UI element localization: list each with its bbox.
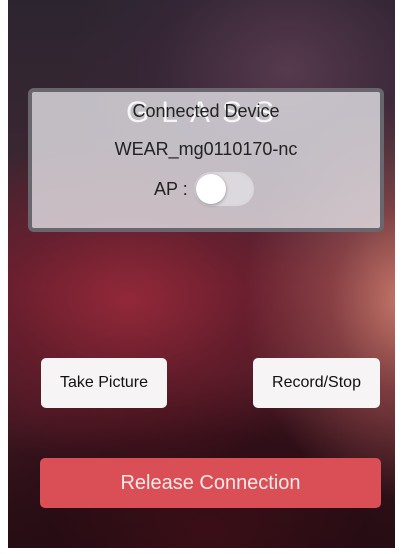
app-screen: GLASS Connected Device WEAR_mg0110170-nc… [0,0,403,554]
device-panel-title: Connected Device [132,101,280,121]
device-name: WEAR_mg0110170-nc [114,139,298,159]
ap-toggle[interactable] [193,172,254,206]
record-stop-button[interactable]: Record/Stop [253,358,380,408]
device-panel: GLASS Connected Device WEAR_mg0110170-nc… [28,88,384,232]
right-edge-strip [395,0,403,554]
ap-label: AP : [154,178,188,199]
ap-row: AP : [154,172,254,206]
release-connection-button[interactable]: Release Connection [40,458,381,508]
take-picture-button[interactable]: Take Picture [41,358,167,408]
ap-toggle-knob [195,174,226,204]
background-image: GLASS Connected Device WEAR_mg0110170-nc… [8,0,395,548]
